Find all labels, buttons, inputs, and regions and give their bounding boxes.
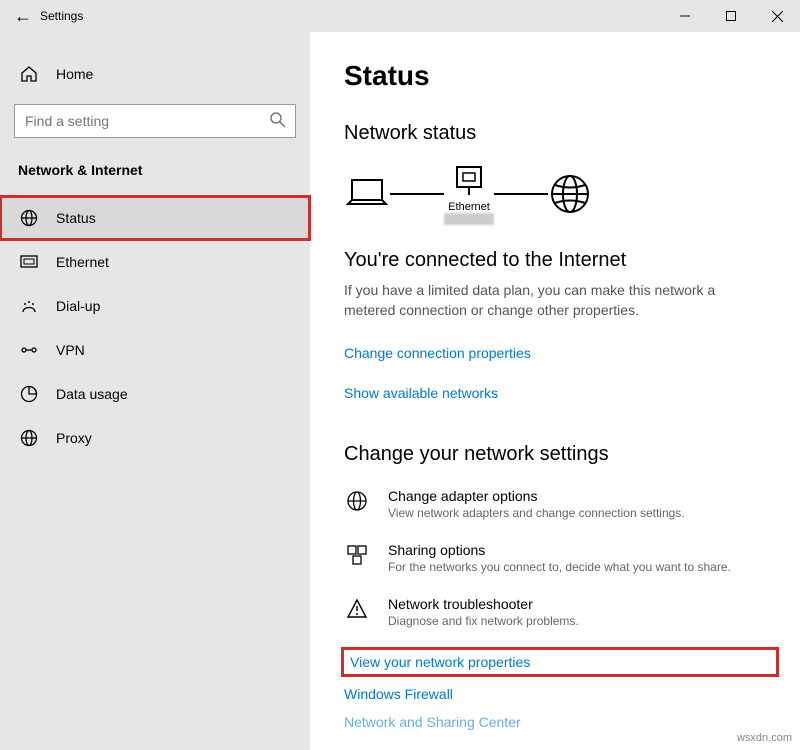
page-title: Status [344,60,776,92]
home-nav[interactable]: Home [0,52,310,96]
link-network-sharing-center[interactable]: Network and Sharing Center [344,714,776,730]
troubleshoot-icon [344,596,370,628]
option-sub: For the networks you connect to, decide … [388,560,731,574]
link-windows-firewall[interactable]: Windows Firewall [344,686,776,702]
sidebar-item-datausage[interactable]: Data usage [0,372,310,416]
link-view-network-properties[interactable]: View your network properties [344,650,776,674]
vpn-icon [20,341,38,359]
sidebar-item-label: Ethernet [56,254,109,270]
link-show-available-networks[interactable]: Show available networks [344,385,498,401]
sidebar-item-status[interactable]: Status [0,196,310,240]
sidebar-item-label: Status [56,210,96,226]
ethernet-node: Ethernet [444,163,494,225]
window-controls [662,0,800,32]
option-title: Change adapter options [388,488,685,504]
datausage-icon [20,385,38,403]
sidebar-item-label: VPN [56,342,85,358]
proxy-icon [20,429,38,447]
home-icon [20,65,38,83]
minimize-button[interactable] [662,0,708,32]
option-title: Sharing options [388,542,731,558]
search-icon [270,112,286,131]
option-sub: View network adapters and change connect… [388,506,685,520]
dialup-icon [20,297,38,315]
settings-window: ← Settings Home [0,0,800,750]
option-sub: Diagnose and fix network problems. [388,614,579,628]
sidebar-item-proxy[interactable]: Proxy [0,416,310,460]
sidebar-item-ethernet[interactable]: Ethernet [0,240,310,284]
sidebar: Home Network & Internet Status Ethernet [0,32,310,750]
diagram-blurred-name [444,213,494,225]
laptop-icon [344,174,390,214]
back-icon[interactable]: ← [14,6,40,27]
maximize-button[interactable] [708,0,754,32]
search-input[interactable] [14,104,296,138]
diagram-line [494,193,548,195]
bottom-links: View your network properties Windows Fir… [344,650,776,730]
link-change-connection-properties[interactable]: Change connection properties [344,345,531,361]
section-change-settings: Change your network settings [344,443,776,466]
adapter-icon [344,488,370,520]
globe-icon-large [548,172,592,216]
sidebar-item-dialup[interactable]: Dial-up [0,284,310,328]
close-button[interactable] [754,0,800,32]
home-label: Home [56,66,93,82]
sharing-icon [344,542,370,574]
titlebar: ← Settings [0,0,800,32]
section-network-status: Network status [344,122,776,145]
search-wrap [0,96,310,156]
content: Status Network status Ethernet You're co… [310,32,800,750]
network-diagram: Ethernet [344,163,776,225]
body: Home Network & Internet Status Ethernet [0,32,800,750]
diagram-label: Ethernet [448,201,490,213]
option-sharing[interactable]: Sharing options For the networks you con… [344,542,776,574]
watermark: wsxdn.com [737,732,792,744]
connected-heading: You're connected to the Internet [344,249,776,272]
sidebar-item-label: Dial-up [56,298,100,314]
option-troubleshooter[interactable]: Network troubleshooter Diagnose and fix … [344,596,776,628]
ethernet-icon [20,253,38,271]
connected-desc: If you have a limited data plan, you can… [344,280,764,321]
option-change-adapter[interactable]: Change adapter options View network adap… [344,488,776,520]
globe-icon [20,209,38,227]
sidebar-item-vpn[interactable]: VPN [0,328,310,372]
category-header: Network & Internet [0,156,310,196]
sidebar-item-label: Proxy [56,430,92,446]
window-title: Settings [40,9,662,23]
option-title: Network troubleshooter [388,596,579,612]
diagram-line [390,193,444,195]
sidebar-item-label: Data usage [56,386,128,402]
